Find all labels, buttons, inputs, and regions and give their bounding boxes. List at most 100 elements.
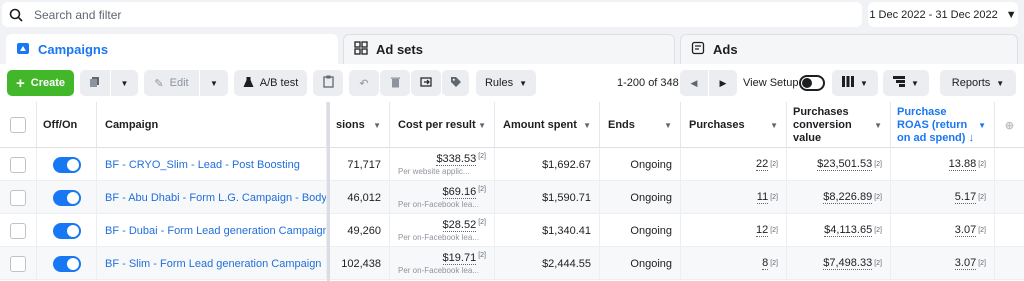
- footnote-marker: [2]: [770, 260, 778, 267]
- campaign-name-link[interactable]: BF - Abu Dhabi - Form L.G. Campaign - Bo…: [97, 192, 326, 204]
- col-impressions-label: sions: [336, 119, 365, 131]
- frozen-column-divider[interactable]: [327, 102, 330, 281]
- top-bar: Search and filter 1 Dec 2022 - 31 Dec 20…: [0, 0, 1024, 34]
- search-input[interactable]: Search and filter: [34, 8, 121, 22]
- col-purchases[interactable]: Purchases ▼: [681, 102, 787, 148]
- duplicate-button[interactable]: [80, 70, 110, 96]
- ab-test-button[interactable]: A/B test: [234, 70, 307, 96]
- campaign-cell: BF - Slim - Form Lead generation Campaig…: [97, 247, 327, 280]
- edit-label: Edit: [169, 77, 189, 89]
- cost-per-result-cell: $338.53 [2] Per website applic...: [390, 148, 495, 181]
- campaign-name-link[interactable]: BF - CRYO_Slim - Lead - Post Boosting: [97, 159, 300, 171]
- delete-button[interactable]: [380, 70, 410, 96]
- ad-sets-icon: [354, 41, 368, 58]
- ends-cell: Ongoing: [600, 214, 681, 247]
- pagination-label: 1-200 of 348: [617, 77, 679, 89]
- purchases-conversion-value-cell: $8,226.89 [2]: [787, 181, 891, 214]
- table-row[interactable]: BF - Dubai - Form Lead generation Campai…: [0, 214, 1024, 247]
- purchases-cell: 11 [2]: [681, 181, 787, 214]
- blank-cell: [995, 148, 1024, 181]
- row-toggle-cell: [37, 148, 97, 181]
- purchase-roas-cell: 5.17 [2]: [891, 181, 995, 214]
- columns-icon: [842, 76, 855, 90]
- ads-icon: [691, 41, 705, 58]
- tab-ads[interactable]: Ads: [680, 34, 1018, 64]
- view-setup-toggle[interactable]: [799, 75, 825, 91]
- col-off-on-label: Off/On: [43, 119, 78, 131]
- footnote-marker: [2]: [874, 194, 882, 201]
- cost-per-result-type: Per on-Facebook lea...: [398, 233, 479, 243]
- caret-down-icon: ▼: [519, 78, 528, 88]
- tab-campaigns[interactable]: Campaigns: [6, 34, 338, 64]
- caret-down-icon: ▼: [210, 78, 218, 88]
- breakdown-button[interactable]: ▼: [883, 70, 929, 96]
- duplicate-icon: [89, 76, 101, 91]
- edit-button[interactable]: ✎ Edit: [144, 70, 199, 96]
- row-checkbox[interactable]: [10, 156, 26, 173]
- purchase-roas-value: 3.07: [954, 257, 977, 270]
- table-row[interactable]: BF - Abu Dhabi - Form L.G. Campaign - Bo…: [0, 181, 1024, 214]
- flask-icon: [243, 76, 254, 91]
- edit-dropdown[interactable]: ▼: [200, 70, 228, 96]
- col-amount-spent[interactable]: Amount spent ▼: [495, 102, 600, 148]
- pencil-icon: ✎: [154, 77, 164, 90]
- columns-button[interactable]: ▼: [832, 70, 878, 96]
- col-purchases-value[interactable]: Purchases conversion value ▼: [787, 102, 891, 148]
- export-button[interactable]: [411, 70, 441, 96]
- purchases-cell: 12 [2]: [681, 214, 787, 247]
- select-all-cell: [0, 102, 37, 148]
- undo-button[interactable]: ↶: [349, 70, 379, 96]
- date-range-picker[interactable]: 1 Dec 2022 - 31 Dec 2022 ▼: [868, 2, 1018, 27]
- purchases-conversion-value: $4,113.65: [824, 224, 873, 237]
- sort-icon: ▼: [583, 120, 591, 130]
- purchases-conversion-value-cell: $7,498.33 [2]: [787, 247, 891, 280]
- cost-per-result-value: $69.16: [442, 186, 477, 200]
- tag-button[interactable]: [442, 70, 469, 96]
- tab-ad-sets[interactable]: Ad sets: [343, 34, 675, 64]
- prev-page-button[interactable]: ◀: [680, 70, 708, 96]
- table-header: Off/On Campaign sions ▼ Cost per result …: [0, 102, 1024, 148]
- row-checkbox[interactable]: [10, 255, 26, 272]
- amount-spent-cell: $2,444.55: [495, 247, 600, 280]
- duplicate-dropdown[interactable]: ▼: [111, 70, 138, 96]
- next-page-button[interactable]: ▶: [709, 70, 737, 96]
- footnote-marker: [2]: [978, 227, 986, 234]
- select-all-checkbox[interactable]: [10, 117, 26, 133]
- col-ends[interactable]: Ends ▼: [600, 102, 681, 148]
- rules-button[interactable]: Rules ▼: [476, 70, 536, 96]
- col-impressions[interactable]: sions ▼: [330, 102, 390, 148]
- campaign-on-off-toggle[interactable]: [52, 189, 81, 206]
- row-select-cell: [0, 214, 37, 247]
- row-checkbox[interactable]: [10, 222, 26, 239]
- campaign-on-off-toggle[interactable]: [52, 222, 81, 239]
- footnote-marker: [2]: [978, 194, 986, 201]
- col-off-on[interactable]: Off/On: [37, 102, 97, 148]
- campaign-name-link[interactable]: BF - Dubai - Form Lead generation Campai…: [97, 225, 326, 237]
- caret-down-icon: ▼: [996, 78, 1005, 88]
- col-campaign[interactable]: Campaign: [97, 102, 327, 148]
- table-row[interactable]: BF - CRYO_Slim - Lead - Post Boosting 71,…: [0, 148, 1024, 181]
- purchase-roas-cell: 3.07 [2]: [891, 247, 995, 280]
- campaign-on-off-toggle[interactable]: [52, 255, 81, 272]
- table-row[interactable]: BF - Slim - Form Lead generation Campaig…: [0, 247, 1024, 280]
- purchases-value: 22: [755, 158, 769, 171]
- add-column-cell[interactable]: ⊕: [995, 102, 1024, 148]
- row-toggle-cell: [37, 181, 97, 214]
- create-button[interactable]: + Create: [7, 70, 74, 96]
- date-range-label: 1 Dec 2022 - 31 Dec 2022: [869, 8, 998, 21]
- col-cost-per-result[interactable]: Cost per result ▼: [390, 102, 495, 148]
- campaign-name-link[interactable]: BF - Slim - Form Lead generation Campaig…: [97, 258, 321, 270]
- blank-cell: [995, 214, 1024, 247]
- row-select-cell: [0, 247, 37, 280]
- reports-label: Reports: [951, 77, 991, 89]
- search-bar[interactable]: Search and filter: [2, 2, 862, 27]
- col-purchase-roas[interactable]: Purchase ROAS (return on ad spend) ↓ ▼: [891, 102, 995, 148]
- row-checkbox[interactable]: [10, 189, 26, 206]
- campaign-on-off-toggle[interactable]: [52, 156, 81, 173]
- clipboard-button[interactable]: [313, 70, 343, 96]
- col-campaign-label: Campaign: [105, 119, 159, 131]
- reports-button[interactable]: Reports ▼: [940, 70, 1016, 96]
- purchase-roas-value: 5.17: [954, 191, 977, 204]
- footnote-marker: [2]: [874, 260, 882, 267]
- cost-per-result-cell: $19.71 [2] Per on-Facebook lea...: [390, 247, 495, 280]
